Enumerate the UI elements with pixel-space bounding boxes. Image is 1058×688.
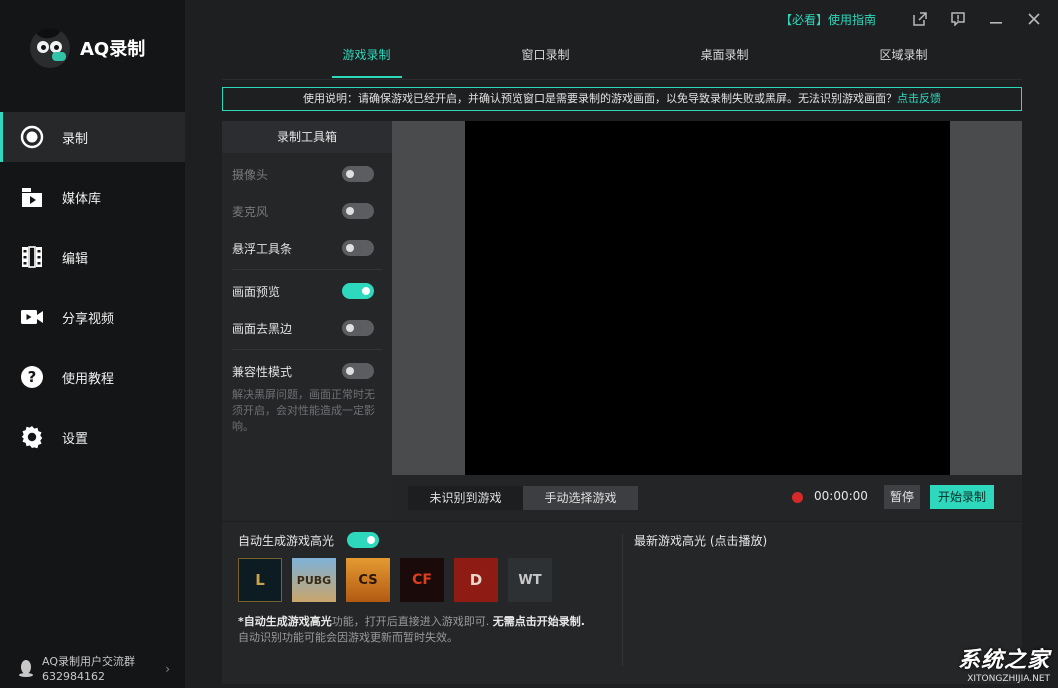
sidebar: AQ录制 录制 媒体库 编辑 分享视频 ? 使用教程 设置 AQ录制用户交流群 … — [0, 0, 185, 688]
user-guide-link[interactable]: 【必看】使用指南 — [780, 11, 876, 28]
sidebar-item-settings[interactable]: 设置 — [0, 412, 185, 462]
highlights-panel: 自动生成游戏高光 L PUBG CS CF D WT *自动生成游戏高光功能，打… — [222, 522, 1022, 684]
chevron-right-icon: › — [165, 662, 170, 676]
sidebar-item-label: 设置 — [62, 431, 89, 447]
guide-label: 使用指南 — [827, 12, 876, 27]
option-label: 摄像头 — [232, 167, 269, 182]
sidebar-item-share-video[interactable]: 分享视频 — [0, 292, 185, 342]
sidebar-item-media-library[interactable]: 媒体库 — [0, 172, 185, 222]
recording-status-dot — [792, 492, 803, 503]
app-logo: AQ录制 — [30, 28, 145, 68]
toolbox-divider — [232, 269, 382, 270]
option-label: 画面去黑边 — [232, 321, 293, 336]
preview-toggle[interactable] — [342, 283, 374, 299]
league-of-legends-icon[interactable]: L — [238, 558, 282, 602]
world-of-tanks-icon[interactable]: WT — [508, 558, 552, 602]
option-microphone: 麦克风 — [232, 201, 374, 221]
preview-screen — [465, 121, 950, 475]
option-remove-black-border: 画面去黑边 — [232, 318, 374, 338]
unrecognized-game-button[interactable]: 未识别到游戏 — [408, 486, 523, 510]
floating-toolbar-toggle[interactable] — [342, 240, 374, 256]
record-icon — [20, 125, 44, 149]
gear-icon — [20, 425, 44, 449]
site-watermark: 系统之家 XITONGZHIJIA.NET — [958, 642, 1050, 684]
sidebar-item-label: 录制 — [62, 131, 89, 147]
option-label: 悬浮工具条 — [232, 241, 293, 256]
note-line-2: 自动识别功能可能会因游戏更新而暂时失效。 — [238, 631, 458, 644]
media-library-icon — [20, 185, 44, 209]
camera-toggle[interactable] — [342, 166, 374, 182]
game-detect-switch: 未识别到游戏 手动选择游戏 — [408, 486, 638, 510]
sidebar-nav: 录制 媒体库 编辑 分享视频 ? 使用教程 设置 — [0, 112, 185, 472]
tab-divider — [222, 79, 1022, 80]
highlights-divider — [622, 534, 623, 666]
tab-window-record[interactable]: 窗口录制 — [456, 36, 635, 78]
auto-highlights-toggle[interactable] — [347, 532, 379, 548]
mascot-logo-icon — [30, 28, 70, 68]
remove-black-border-toggle[interactable] — [342, 320, 374, 336]
minimize-icon[interactable] — [986, 9, 1006, 29]
question-icon: ? — [20, 365, 44, 389]
option-label: 画面预览 — [232, 284, 281, 299]
counter-strike-icon[interactable]: CS — [346, 558, 390, 602]
preview-area — [392, 121, 1022, 475]
crossfire-icon[interactable]: CF — [400, 558, 444, 602]
note-bold-no-click: 无需点击开始录制. — [492, 615, 585, 628]
watermark-url: XITONGZHIJIA.NET — [967, 674, 1050, 684]
option-label: 兼容性模式 — [232, 364, 293, 379]
compat-mode-description: 解决黑屏问题，画面正常时无须开启，会对性能造成一定影响。 — [232, 388, 375, 433]
auto-highlights-title: 自动生成游戏高光 — [238, 534, 335, 548]
notice-text: 使用说明：请确保游戏已经开启，并确认预览窗口是需要录制的游戏画面，以免导致录制失… — [303, 92, 897, 105]
microphone-toggle[interactable] — [342, 203, 374, 219]
option-label: 麦克风 — [232, 204, 269, 219]
svg-text:?: ? — [28, 368, 37, 386]
watermark-title: 系统之家 — [957, 648, 1050, 673]
compat-mode-toggle[interactable] — [342, 363, 374, 379]
dota2-icon[interactable]: D — [454, 558, 498, 602]
tab-desktop-record[interactable]: 桌面录制 — [635, 36, 814, 78]
note-middle: 功能，打开后直接进入游戏即可. — [331, 615, 493, 628]
popout-icon[interactable] — [910, 9, 930, 29]
start-recording-button[interactable]: 开始录制 — [930, 485, 994, 509]
pubg-icon[interactable]: PUBG — [292, 558, 336, 602]
sidebar-item-record[interactable]: 录制 — [0, 112, 185, 162]
sidebar-item-label: 媒体库 — [62, 191, 102, 207]
option-preview: 画面预览 — [232, 281, 374, 301]
sidebar-item-label: 分享视频 — [62, 311, 115, 327]
option-compat-mode: 兼容性模式 — [232, 361, 374, 381]
recording-toolbox: 录制工具箱 摄像头 麦克风 悬浮工具条 画面预览 画面去黑边 兼容性模式 解决黑… — [222, 121, 392, 521]
video-camera-icon — [20, 305, 44, 329]
usage-notice: 使用说明：请确保游戏已经开启，并确认预览窗口是需要录制的游戏画面，以免导致录制失… — [222, 87, 1022, 111]
tab-game-record[interactable]: 游戏录制 — [277, 36, 456, 78]
latest-highlights-title: 最新游戏高光 (点击播放) — [634, 534, 768, 548]
toolbox-title: 录制工具箱 — [222, 121, 392, 153]
highlights-note: *自动生成游戏高光功能，打开后直接进入游戏即可. 无需点击开始录制. 自动识别功… — [238, 614, 618, 646]
sidebar-item-tutorial[interactable]: ? 使用教程 — [0, 352, 185, 402]
group-name: AQ录制用户交流群 — [42, 655, 135, 668]
close-icon[interactable] — [1024, 9, 1044, 29]
title-bar-controls: 【必看】使用指南 — [780, 9, 1044, 29]
recording-control-bar: 未识别到游戏 手动选择游戏 00:00:00 暂停 开始录制 — [392, 475, 1022, 521]
tab-region-record[interactable]: 区域录制 — [814, 36, 993, 78]
note-bold-feature: *自动生成游戏高光 — [238, 615, 332, 628]
feedback-icon[interactable] — [948, 9, 968, 29]
app-title: AQ录制 — [80, 39, 146, 60]
toolbox-divider — [232, 349, 382, 350]
pause-button[interactable]: 暂停 — [884, 485, 920, 509]
film-edit-icon — [20, 245, 44, 269]
user-group-link[interactable]: AQ录制用户交流群 632984162 › — [18, 654, 170, 684]
option-camera: 摄像头 — [232, 164, 374, 184]
qq-penguin-icon — [18, 659, 34, 680]
recording-mode-tabs: 游戏录制 窗口录制 桌面录制 区域录制 — [277, 36, 993, 78]
sidebar-item-label: 使用教程 — [62, 371, 115, 387]
group-number: 632984162 — [42, 670, 105, 683]
feedback-link[interactable]: 点击反馈 — [897, 92, 941, 105]
sidebar-item-label: 编辑 — [62, 251, 89, 267]
recording-timer: 00:00:00 — [814, 489, 868, 503]
option-floating-toolbar: 悬浮工具条 — [232, 238, 374, 258]
guide-tag: 【必看】 — [779, 12, 828, 27]
sidebar-item-edit[interactable]: 编辑 — [0, 232, 185, 282]
supported-games-list: L PUBG CS CF D WT — [238, 558, 562, 602]
manual-select-game-button[interactable]: 手动选择游戏 — [523, 486, 638, 510]
